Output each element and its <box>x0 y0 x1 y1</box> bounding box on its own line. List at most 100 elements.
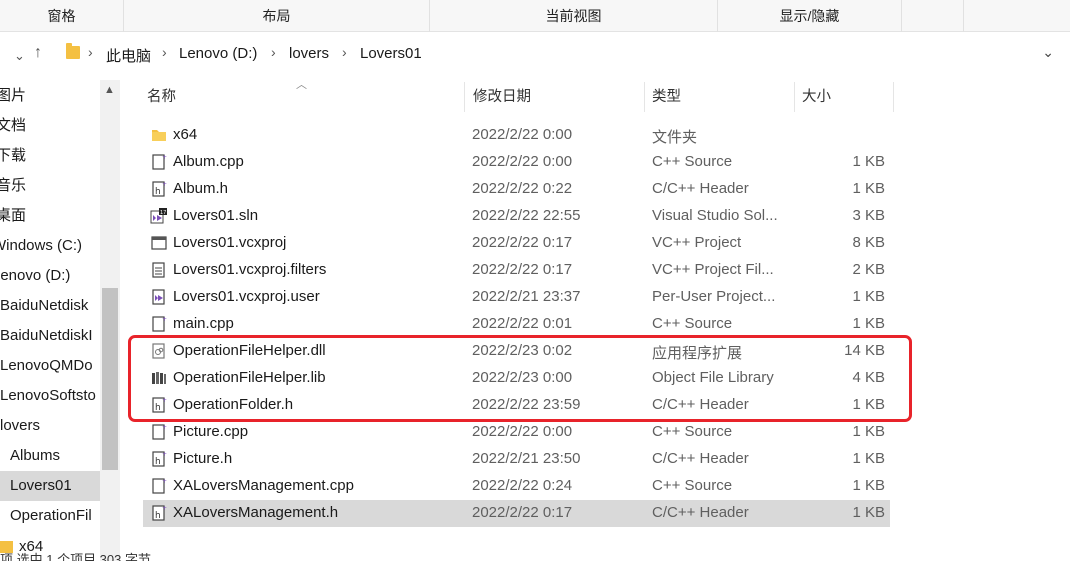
breadcrumb-separator-icon[interactable]: › <box>162 44 167 60</box>
ribbon-group-pane[interactable]: 窗格 <box>0 0 124 32</box>
breadcrumb-lovers[interactable]: lovers <box>289 45 329 62</box>
file-type: C/C++ Header <box>652 180 749 197</box>
nav-item-lenovo-d[interactable]: Lenovo (D:) <box>0 261 70 291</box>
column-header-label: 修改日期 <box>473 89 531 105</box>
breadcrumb-drive-d[interactable]: Lenovo (D:) <box>179 45 257 62</box>
nav-item-operationfil[interactable]: OperationFil <box>10 501 92 531</box>
ribbon-group-label: 窗格 <box>47 8 76 24</box>
sln-file-icon: 17 <box>150 207 168 225</box>
file-row[interactable]: h + Picture.h 2022/2/21 23:50 C/C++ Header 1 … <box>143 446 890 473</box>
file-type: C++ Source <box>652 315 733 332</box>
file-size: 1 KB <box>852 450 885 467</box>
nav-item-downloads[interactable]: 下载 <box>0 141 26 171</box>
annotation-highlight-box <box>128 335 912 422</box>
file-row[interactable]: + XALoversManagement.cpp 2022/2/22 0:24 C++… <box>143 473 890 500</box>
ribbon-group-current-view[interactable]: 当前视图 <box>430 0 718 32</box>
filters-file-icon <box>150 261 168 279</box>
nav-item-documents[interactable]: 文档 <box>0 111 26 141</box>
nav-item-windows-c[interactable]: Windows (C:) <box>0 231 82 261</box>
file-date: 2022/2/21 23:37 <box>472 288 581 305</box>
svg-text:h: h <box>155 511 161 521</box>
svg-text:+: + <box>162 478 167 485</box>
column-header-type[interactable]: 类型 <box>648 82 795 112</box>
column-header-date[interactable]: 修改日期 <box>469 82 645 112</box>
file-date: 2022/2/21 23:50 <box>472 450 581 467</box>
nav-item-lenovoqmdo[interactable]: LenovoQMDo <box>0 351 93 381</box>
breadcrumb-separator-icon[interactable]: › <box>342 44 347 60</box>
breadcrumb-separator-icon[interactable]: › <box>88 44 93 60</box>
recent-locations-chevron-icon[interactable]: ⌄ <box>14 48 25 64</box>
ribbon-group-spacer <box>902 0 964 32</box>
file-size: 3 KB <box>852 207 885 224</box>
cpp-file-icon: + <box>150 477 168 495</box>
nav-item-baidunetdisk[interactable]: BaiduNetdisk <box>0 291 88 321</box>
breadcrumb-lovers01[interactable]: Lovers01 <box>360 45 422 62</box>
file-type: C++ Source <box>652 153 733 170</box>
file-size: 1 KB <box>852 180 885 197</box>
svg-text:+: + <box>162 505 167 512</box>
nav-scrollbar[interactable]: ▲ <box>100 80 120 561</box>
nav-item-lovers[interactable]: lovers <box>0 411 40 441</box>
nav-item-lenovosoftstore[interactable]: LenovoSoftsto <box>0 381 96 411</box>
scrollbar-thumb[interactable] <box>102 288 118 470</box>
nav-item-desktop[interactable]: 桌面 <box>0 201 26 231</box>
file-type: C++ Source <box>652 477 733 494</box>
nav-item-label: Albums <box>10 447 61 464</box>
file-type: C++ Source <box>652 423 733 440</box>
nav-item-label: Windows (C:) <box>0 237 83 254</box>
nav-item-albums[interactable]: Albums <box>10 441 60 471</box>
user-file-icon <box>150 288 168 306</box>
breadcrumb-this-pc[interactable]: 此电脑 <box>106 45 151 66</box>
ribbon-group-label: 当前视图 <box>545 8 602 24</box>
nav-item-baidunetdisk2[interactable]: BaiduNetdiskI <box>0 321 93 351</box>
nav-item-label: lovers <box>0 417 41 434</box>
file-date: 2022/2/22 0:00 <box>472 153 573 170</box>
nav-item-music[interactable]: 音乐 <box>0 171 26 201</box>
address-dropdown-chevron-icon[interactable]: ⌄ <box>1042 44 1054 61</box>
svg-text:+: + <box>162 154 167 161</box>
scroll-up-icon[interactable]: ▲ <box>104 84 115 96</box>
file-row[interactable]: + main.cpp 2022/2/22 0:01 C++ Source 1 KB <box>143 311 890 338</box>
file-date: 2022/2/22 0:22 <box>472 180 573 197</box>
nav-item-label: BaiduNetdisk <box>0 297 89 314</box>
file-row[interactable]: 17 Lovers01.sln 2022/2/22 22:55 Visual Stud… <box>143 203 890 230</box>
file-date: 2022/2/22 22:55 <box>472 207 581 224</box>
file-row[interactable]: Lovers01.vcxproj.filters 2022/2/22 0:17 VC… <box>143 257 890 284</box>
address-bar[interactable]: › 此电脑 › Lenovo (D:) › lovers › Lovers01 … <box>58 38 1058 70</box>
ribbon-group-show-hide[interactable]: 显示/隐藏 <box>718 0 902 32</box>
ribbon-group-label: 布局 <box>262 8 291 24</box>
file-type: VC++ Project Fil... <box>652 261 774 278</box>
folder-icon <box>150 126 168 144</box>
nav-item-label: Lovers01 <box>10 477 72 494</box>
file-row[interactable]: h + XALoversManagement.h 2022/2/22 0:17 C/C+… <box>143 500 890 527</box>
file-date: 2022/2/22 0:24 <box>472 477 573 494</box>
nav-item-pictures[interactable]: 图片 <box>0 81 26 111</box>
file-date: 2022/2/22 0:17 <box>472 261 573 278</box>
file-row[interactable]: x64 2022/2/22 0:00 文件夹 <box>143 122 890 149</box>
file-date: 2022/2/22 0:00 <box>472 126 573 143</box>
nav-item-label: LenovoQMDo <box>0 357 93 374</box>
column-header-label: 大小 <box>802 89 831 105</box>
file-row[interactable]: Lovers01.vcxproj 2022/2/22 0:17 VC++ Proje… <box>143 230 890 257</box>
column-header-name[interactable]: 名称 <box>143 82 465 112</box>
column-header-size[interactable]: 大小 <box>798 82 894 112</box>
file-name: Lovers01.vcxproj.filters <box>173 261 327 278</box>
status-text: 项 选中 1 个项目 303 字节 <box>0 552 151 561</box>
file-name: XALoversManagement.h <box>173 504 339 521</box>
nav-item-lovers01[interactable]: Lovers01 <box>0 471 100 501</box>
file-row[interactable]: + Album.cpp 2022/2/22 0:00 C++ Source 1 KB <box>143 149 890 176</box>
up-arrow-icon[interactable]: ↑ <box>34 44 42 62</box>
cpp-file-icon: + <box>150 423 168 441</box>
file-date: 2022/2/22 0:00 <box>472 423 573 440</box>
nav-item-label: Lenovo (D:) <box>0 267 71 284</box>
file-name: XALoversManagement.cpp <box>173 477 354 494</box>
ribbon-group-layout[interactable]: 布局 <box>124 0 430 32</box>
breadcrumb-separator-icon[interactable]: › <box>271 44 276 60</box>
column-header-label: 名称 <box>147 89 176 105</box>
file-row[interactable]: + Picture.cpp 2022/2/22 0:00 C++ Source 1 KB <box>143 419 890 446</box>
file-row[interactable]: Lovers01.vcxproj.user 2022/2/21 23:37 Per-… <box>143 284 890 311</box>
file-size: 1 KB <box>852 423 885 440</box>
header-file-icon: h + <box>150 504 168 522</box>
file-row[interactable]: h + Album.h 2022/2/22 0:22 C/C++ Header 1 KB <box>143 176 890 203</box>
file-size: 1 KB <box>852 504 885 521</box>
